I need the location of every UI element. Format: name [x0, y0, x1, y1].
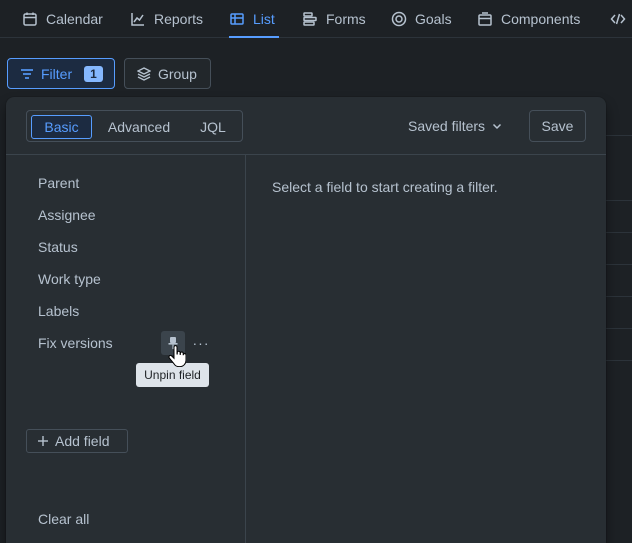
list-table-icon — [230, 13, 244, 25]
tab-label: Reports — [154, 11, 204, 27]
code-icon — [610, 13, 626, 25]
mode-jql[interactable]: JQL — [187, 115, 239, 139]
chevron-down-icon — [493, 123, 502, 130]
tab-label: List — [253, 11, 275, 27]
calendar-icon — [23, 12, 37, 26]
table-divider — [606, 200, 632, 201]
filter-count-badge: 1 — [84, 65, 103, 82]
saved-filters-label: Saved filters — [408, 118, 486, 134]
table-divider — [606, 232, 632, 233]
mode-basic[interactable]: Basic — [31, 115, 92, 139]
field-item-status[interactable]: Status — [38, 239, 78, 255]
empty-state-message: Select a field to start creating a filte… — [272, 179, 498, 195]
table-divider — [606, 135, 632, 136]
plus-icon — [38, 436, 48, 446]
group-label: Group — [158, 65, 197, 82]
tab-components[interactable]: Components — [477, 0, 580, 38]
filter-button[interactable]: Filter 1 — [7, 58, 115, 89]
field-item-fix-versions[interactable]: Fix versions — [38, 335, 113, 351]
field-item-parent[interactable]: Parent — [38, 175, 79, 191]
table-divider — [606, 360, 632, 361]
tab-label: Forms — [326, 11, 366, 27]
tab-forms[interactable]: Forms — [302, 0, 366, 38]
layers-icon — [137, 66, 151, 81]
view-tabs-bar: Calendar Reports List Forms Goals Compon… — [0, 0, 632, 38]
hand-cursor-icon — [168, 345, 186, 367]
tab-goals[interactable]: Goals — [391, 0, 452, 38]
table-divider — [606, 264, 632, 265]
field-more-button[interactable]: ··· — [190, 331, 212, 355]
popover-header: Basic Advanced JQL Saved filters Save — [6, 97, 606, 155]
group-button[interactable]: Group — [124, 58, 211, 89]
chart-line-icon — [131, 13, 144, 26]
mode-advanced[interactable]: Advanced — [97, 115, 181, 139]
filter-mode-switcher: Basic Advanced JQL — [26, 110, 243, 142]
table-divider — [606, 296, 632, 297]
add-field-button[interactable]: Add field — [26, 429, 128, 453]
add-field-label: Add field — [55, 433, 110, 449]
component-icon — [478, 12, 492, 26]
goals-icon — [391, 11, 407, 27]
tab-calendar[interactable]: Calendar — [22, 0, 103, 38]
table-divider — [606, 328, 632, 329]
filter-popover: Basic Advanced JQL Saved filters Save Pa… — [6, 97, 606, 543]
field-item-work-type[interactable]: Work type — [38, 271, 101, 287]
forms-icon — [303, 12, 317, 26]
filter-label: Filter — [41, 65, 73, 82]
tab-reports[interactable]: Reports — [130, 0, 203, 38]
tab-code[interactable] — [610, 0, 626, 38]
field-item-assignee[interactable]: Assignee — [38, 207, 96, 223]
tab-label: Goals — [415, 11, 452, 27]
tab-label: Calendar — [46, 11, 103, 27]
save-button[interactable]: Save — [529, 110, 586, 142]
tab-label: Components — [501, 11, 581, 27]
saved-filters-dropdown[interactable]: Saved filters — [408, 114, 503, 138]
filter-lines-icon — [21, 68, 33, 79]
field-item-labels[interactable]: Labels — [38, 303, 79, 319]
tab-list[interactable]: List — [229, 0, 279, 38]
clear-all-button[interactable]: Clear all — [38, 511, 89, 527]
